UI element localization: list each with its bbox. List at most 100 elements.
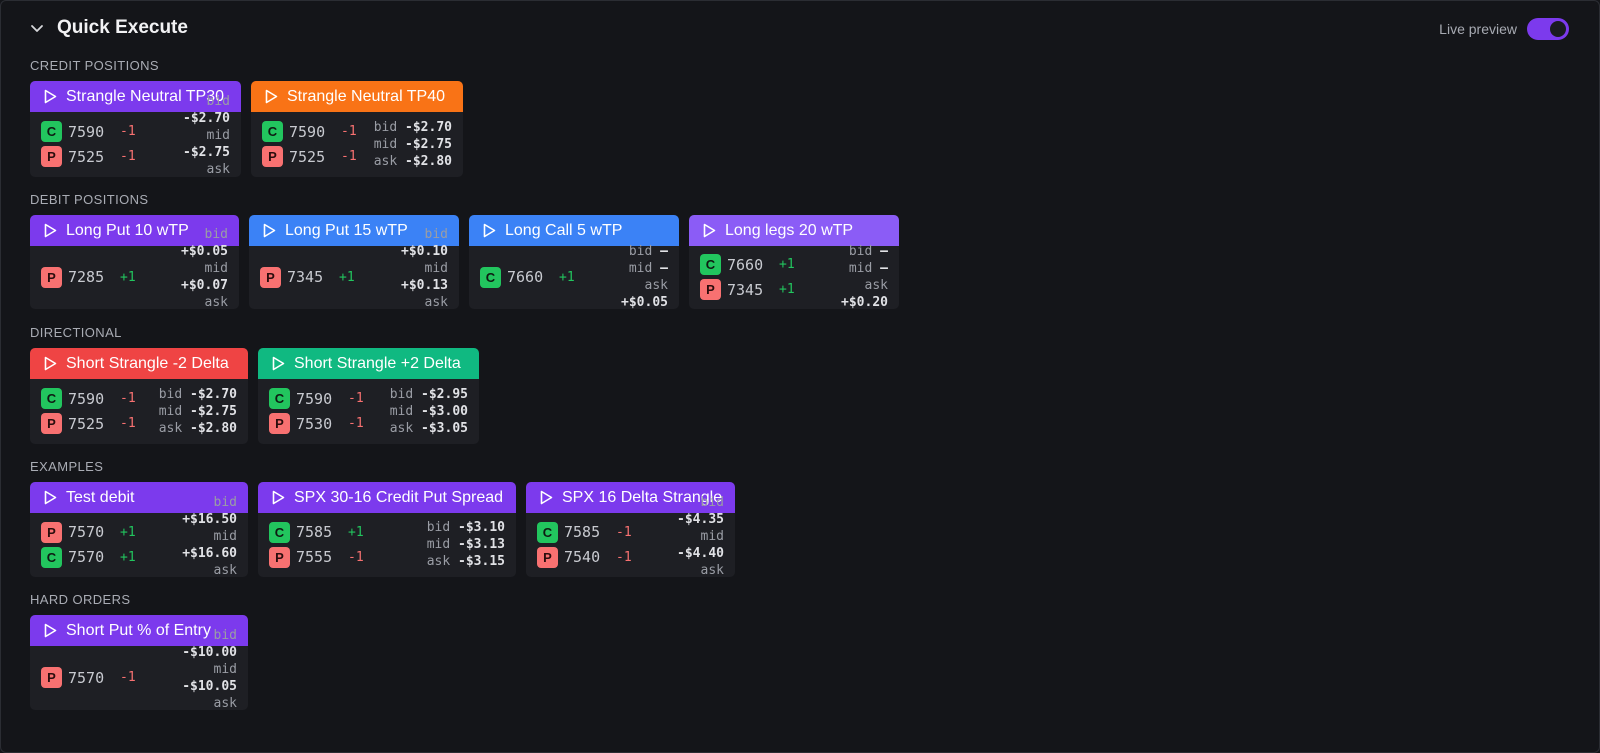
strategy-card[interactable]: Long Put 15 wTP P 7345 +1 bid +$0.10 mid +$0.… (249, 215, 459, 309)
strategy-card[interactable]: SPX 30-16 Credit Put Spread C 7585 +1 P 7555-… (258, 482, 516, 577)
play-icon (44, 89, 57, 104)
mid-label: mid (213, 661, 237, 677)
mid-quote: mid -$10.05 (152, 661, 237, 695)
leg-quantity: +1 (779, 257, 795, 272)
bid-label: bid (158, 386, 183, 402)
leg-quantity: +1 (120, 269, 136, 285)
bid-label: bid (848, 244, 873, 259)
mid-value: -$4.40 (677, 545, 724, 561)
strategy-card[interactable]: Test debit P 7570 +1 C 7570 +1 bid +$16.50 mid +… (30, 482, 248, 577)
section-label: EXAMPLES (30, 459, 104, 474)
live-preview-toggle[interactable] (1527, 18, 1569, 40)
leg-row: C 7590 -1 (262, 121, 365, 142)
leg-quantity: -1 (348, 391, 364, 406)
strategy-card[interactable]: Short Put % of Entry P 7570 -1 bid -$10.00 mi… (30, 615, 248, 710)
leg-row: C 7660 +1 (480, 266, 583, 288)
card-body: P 7570 -1 bid -$10.00mid -$10.05ask -$10.10 (30, 628, 248, 711)
leg-quantity: +1 (559, 269, 575, 285)
mid-value: -$2.75 (405, 136, 452, 152)
ask-label: ask (644, 278, 668, 293)
leg-row: C 7590 -1 (41, 121, 144, 142)
bid-value: – (880, 244, 888, 259)
quote-block: bid – mid – ask +$0.20 (811, 243, 888, 309)
ask-value: -$2.80 (190, 420, 237, 436)
section-label: DIRECTIONAL (30, 325, 122, 340)
mid-label: mid (848, 261, 873, 276)
ask-quote: ask -$3.05 (390, 420, 468, 437)
bid-value: -$4.35 (677, 511, 724, 527)
strategy-card[interactable]: Short Strangle +2 Delta C 7590 -1 P 7530 -1 bid… (258, 348, 479, 444)
strategy-card[interactable]: Long Put 10 wTP P 7285 +1 bid +$0.05 mid +$0.… (30, 215, 239, 309)
leg-quantity: -1 (348, 416, 364, 431)
strategy-card[interactable]: Short Strangle -2 Delta C 7590 -1 P 7525 -1 bid… (30, 348, 248, 444)
strategy-title: SPX 30-16 Credit Put Spread (294, 488, 504, 506)
call-badge: C (262, 121, 283, 142)
mid-label: mid (213, 528, 237, 544)
execute-button[interactable]: Strangle Neutral TP40 (251, 81, 463, 112)
strike-price: 7585 (564, 523, 601, 541)
leg-row: C 7590 -1 (41, 388, 144, 409)
leg-quantity: -1 (341, 124, 357, 139)
mid-label: mid (424, 261, 448, 276)
execute-button[interactable]: SPX 30-16 Credit Put Spread (258, 482, 516, 513)
bid-value: -$2.95 (421, 386, 468, 402)
bid-value: +$16.50 (182, 511, 237, 527)
ask-quote: ask -$2.80 (374, 153, 452, 170)
bid-label: bid (700, 494, 724, 510)
leg-quantity: -1 (348, 549, 364, 565)
leg-row: C 7570 +1 (41, 546, 144, 568)
execute-button[interactable]: Short Strangle -2 Delta (30, 348, 248, 379)
ask-quote: ask -$2.80 (152, 161, 230, 177)
execute-button[interactable]: Short Strangle +2 Delta (258, 348, 479, 379)
ask-quote: ask +$0.10 (152, 294, 228, 309)
play-icon (265, 89, 278, 104)
legs-list: C 7585 +1 P 7555 -1 (269, 521, 372, 568)
mid-value: +$0.07 (181, 278, 228, 293)
ask-quote: ask -$10.10 (152, 695, 237, 711)
quote-block: bid -$2.70mid -$2.75ask -$2.80 (374, 119, 452, 170)
legs-list: C 7660 +1 (480, 266, 583, 288)
strategy-card[interactable]: Long Call 5 wTP C 7660 +1 bid – mid – ask +$0.… (469, 215, 679, 309)
legs-list: C 7590 -1 P 7525 -1 (41, 388, 144, 434)
ask-label: ask (426, 554, 451, 569)
bid-value: -$2.70 (190, 386, 237, 402)
leg-row: P 7530 -1 (269, 413, 372, 434)
strategy-card[interactable]: Strangle Neutral TP40 C 7590 -1 P 7525 -1 bid -… (251, 81, 463, 177)
mid-label: mid (204, 261, 228, 276)
strike-price: 7590 (68, 389, 105, 408)
ask-label: ask (389, 420, 414, 436)
play-icon (703, 223, 716, 238)
quote-block: bid -$3.10 mid -$3.13 ask -$3.15 (427, 519, 505, 570)
call-badge: C (41, 121, 62, 142)
strike-price: 7590 (68, 122, 105, 141)
strike-price: 7590 (289, 122, 326, 141)
card-body: C7590-1P7525-1bid -$2.70mid -$2.75ask -$… (251, 112, 463, 177)
execute-button[interactable]: Long legs 20 wTP (689, 215, 899, 246)
ask-label: ask (204, 295, 228, 309)
call-badge: C (41, 546, 62, 568)
strategy-card[interactable]: Long legs 20 wTP C 7660 +1 P 7345 +1 bid – mid –… (689, 215, 899, 309)
strategy-title: Short Strangle +2 Delta (294, 354, 461, 372)
bid-quote: bid -$2.70 (152, 93, 230, 127)
section-label: DEBIT POSITIONS (30, 192, 149, 207)
play-icon (44, 623, 57, 638)
bid-label: bid (389, 386, 414, 402)
mid-label: mid (628, 261, 653, 276)
legs-list: P 7570 +1 C 7570 +1 (41, 521, 144, 568)
mid-label: mid (158, 403, 183, 419)
leg-row: P 7285 +1 (41, 266, 144, 288)
quote-block: bid -$2.70mid -$2.75ask -$2.80 (152, 93, 230, 177)
strategy-card[interactable]: Strangle Neutral TP30 C 7590 -1 P 7525 -1 bid -… (30, 81, 241, 177)
ask-value: -$2.80 (405, 153, 452, 169)
mid-value: -$2.75 (183, 145, 230, 160)
card-body: C7590-1P7525-1bid -$2.70mid -$2.75ask -$… (30, 94, 241, 177)
mid-quote: mid +$0.07 (152, 260, 228, 294)
call-badge: C (700, 254, 721, 275)
legs-list: C 7590 -1 P 7525 -1 (262, 121, 365, 167)
chevron-down-icon[interactable] (29, 20, 45, 36)
card-body: C 7660 +1 bid – mid – ask +$0.05 (469, 244, 679, 309)
panel-header[interactable]: Quick Execute (29, 17, 188, 39)
execute-button[interactable]: Long Call 5 wTP (469, 215, 679, 246)
strategy-card[interactable]: SPX 16 Delta Strangle C 7585 -1 P 7540 -1 bid -… (526, 482, 735, 577)
leg-row: C 7590 -1 (269, 388, 372, 409)
